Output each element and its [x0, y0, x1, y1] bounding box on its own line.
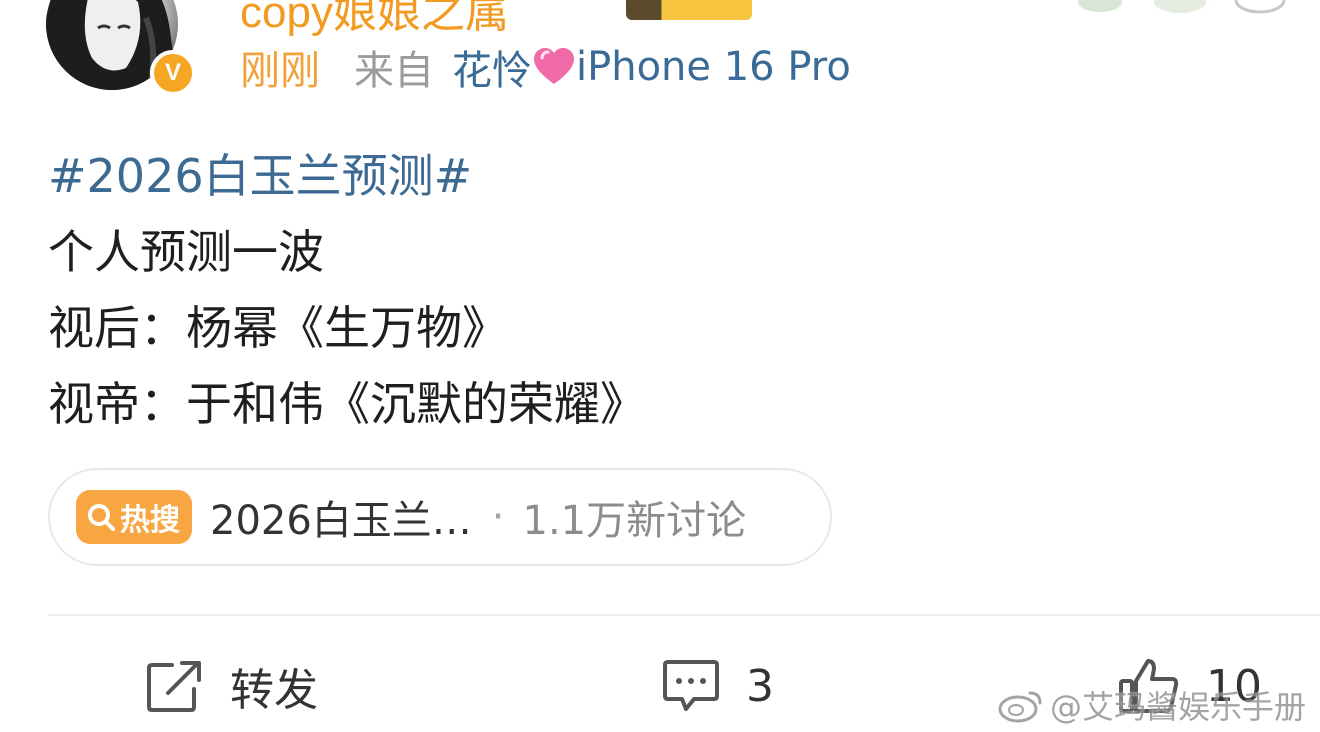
post-time: 刚刚 — [240, 48, 320, 94]
search-icon — [88, 504, 115, 531]
author-username[interactable]: copy娘娘之属 — [240, 0, 509, 40]
divider — [48, 614, 1320, 616]
hot-search-tag: 热搜 — [76, 490, 192, 544]
hot-search-tag-label: 热搜 — [120, 503, 180, 538]
post-meta: 刚刚 来自 花怜 iPhone 16 Pro — [240, 38, 851, 96]
hot-search-count: 1.1万新讨论 — [522, 498, 747, 544]
post-content: #2026白玉兰预测# 个人预测一波 视后：杨幂《生万物》 视帝：于和伟《沉默的… — [48, 138, 646, 442]
source-label: 来自 — [354, 48, 434, 94]
comment-icon — [663, 660, 719, 711]
watermark: @艾玛酱娱乐手册 — [998, 682, 1306, 728]
chip-separator: · — [491, 494, 505, 540]
content-line: 视帝：于和伟《沉默的荣耀》 — [48, 377, 646, 431]
repost-label: 转发 — [230, 665, 318, 716]
device-prefix: 花怜 — [452, 48, 532, 94]
repost-button[interactable]: 转发 — [146, 654, 318, 718]
decoration-icon — [1078, 0, 1286, 14]
comment-count: 3 — [746, 660, 774, 712]
member-level-badge[interactable] — [626, 0, 752, 20]
content-line: 视后：杨幂《生万物》 — [48, 301, 508, 355]
topic-hashtag[interactable]: #2026白玉兰预测# — [48, 138, 646, 214]
weibo-post: V copy娘娘之属 刚刚 来自 花怜 iPhone 16 Pro #2026白… — [0, 0, 1320, 732]
device-model: iPhone 16 Pro — [576, 44, 851, 90]
hot-search-topic: 2026白玉兰… — [210, 498, 472, 544]
pink-heart-icon — [534, 48, 574, 84]
comment-button[interactable]: 3 — [662, 654, 774, 718]
repost-icon — [147, 661, 201, 712]
hot-search-chip[interactable]: 热搜 2026白玉兰… · 1.1万新讨论 — [48, 468, 832, 566]
content-line: 个人预测一波 — [48, 225, 324, 279]
source-device[interactable]: 花怜 iPhone 16 Pro — [452, 38, 851, 96]
weibo-logo-icon — [998, 691, 1042, 723]
verified-icon: V — [150, 50, 196, 96]
author-avatar-group[interactable]: V — [46, 0, 196, 96]
watermark-text: @艾玛酱娱乐手册 — [1049, 688, 1306, 726]
